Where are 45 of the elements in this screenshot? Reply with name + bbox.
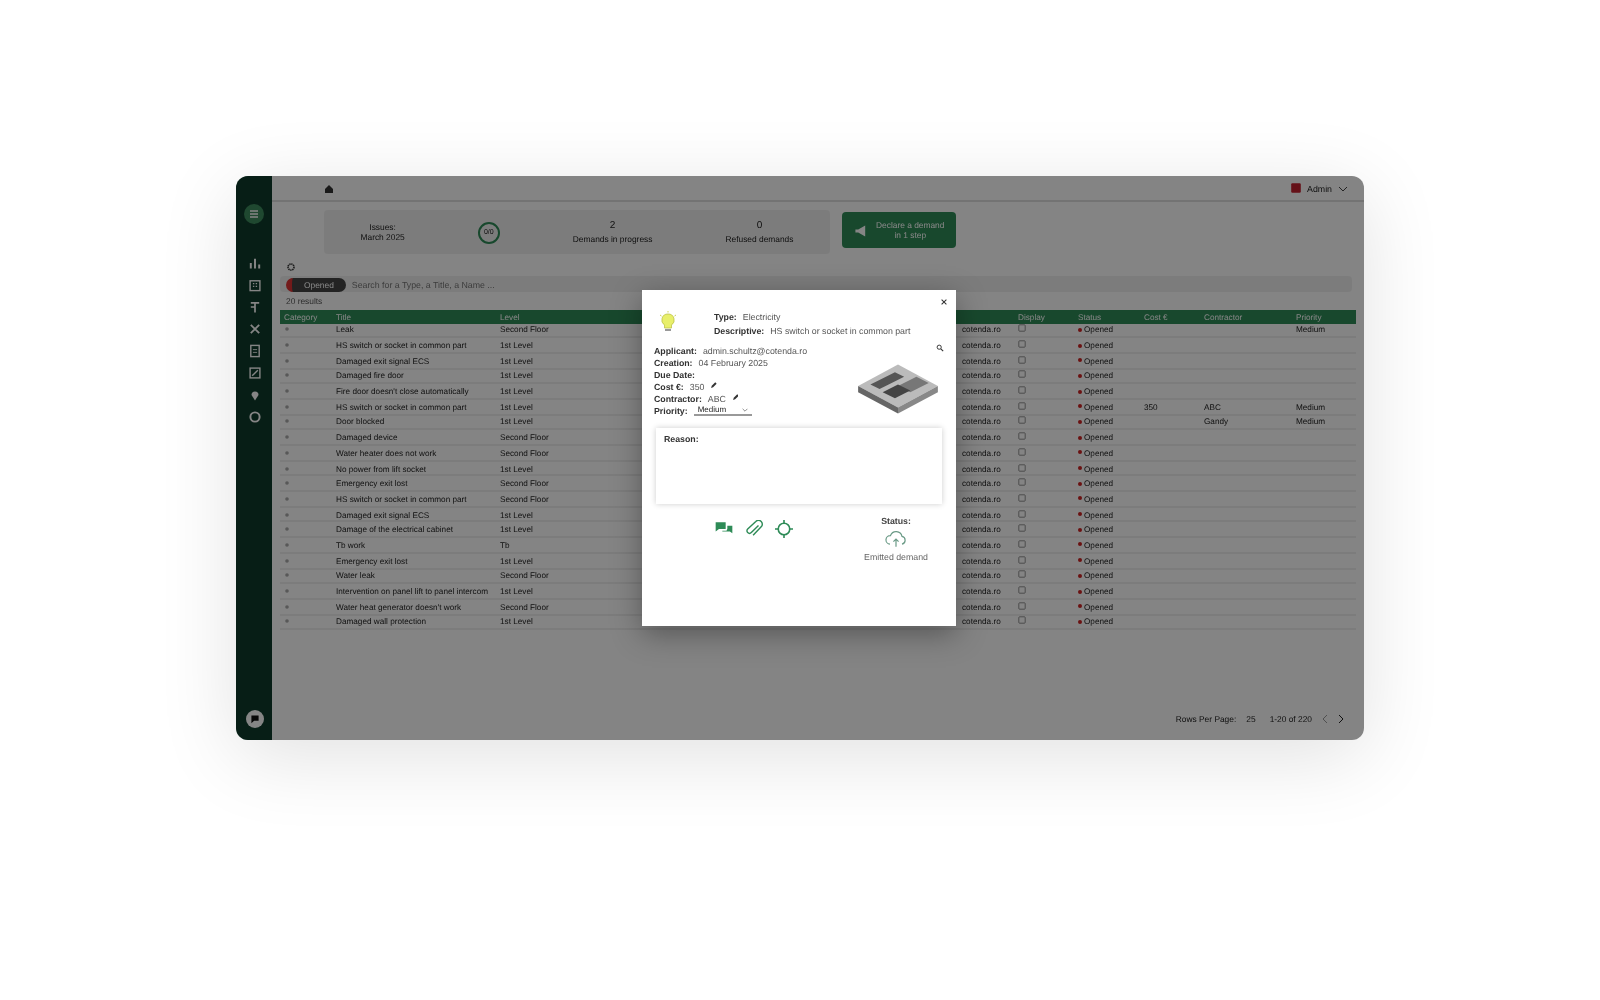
checkbox-icon[interactable]	[1018, 386, 1026, 395]
chat-icon[interactable]	[714, 520, 734, 538]
checkbox-icon[interactable]	[1018, 447, 1026, 456]
checkbox-icon[interactable]	[1018, 340, 1026, 349]
caret-icon[interactable]	[1338, 185, 1348, 191]
checkbox-icon[interactable]	[1018, 509, 1026, 518]
location-pin-icon[interactable]	[247, 388, 261, 402]
next-page-icon[interactable]	[1338, 714, 1344, 724]
checkbox-icon[interactable]	[1018, 432, 1026, 441]
pencil-icon[interactable]	[731, 394, 739, 402]
search-icon[interactable]	[936, 344, 944, 352]
checkbox-icon[interactable]	[1018, 324, 1026, 333]
checkbox-icon[interactable]	[1018, 370, 1026, 379]
document-icon[interactable]	[247, 344, 261, 358]
checkbox-icon[interactable]	[1018, 416, 1026, 425]
checkbox-icon[interactable]	[1018, 355, 1026, 364]
bar-chart-icon[interactable]	[247, 256, 261, 270]
support-icon[interactable]	[247, 410, 261, 424]
checkbox-icon[interactable]	[1018, 555, 1026, 564]
checkbox-icon[interactable]	[1018, 616, 1026, 625]
checkbox-icon[interactable]	[1018, 570, 1026, 579]
checkbox-icon[interactable]	[1018, 478, 1026, 487]
settings-icon[interactable]	[286, 262, 296, 272]
checkbox-icon[interactable]	[1018, 539, 1026, 548]
menu-icon[interactable]	[244, 204, 264, 224]
home-icon[interactable]	[324, 183, 334, 193]
chat-icon[interactable]	[245, 710, 263, 728]
pencil-icon[interactable]	[710, 382, 718, 390]
caret-icon	[742, 407, 749, 411]
previous-page-icon[interactable]	[1322, 714, 1328, 724]
checkbox-icon[interactable]	[1018, 601, 1026, 610]
checkbox-icon[interactable]	[1018, 463, 1026, 472]
megaphone-icon	[854, 223, 868, 237]
avatar-icon[interactable]	[1289, 182, 1302, 194]
edit-document-icon[interactable]	[247, 366, 261, 380]
close-icon[interactable]	[940, 298, 948, 306]
checkbox-icon[interactable]	[1018, 586, 1026, 595]
checkbox-icon[interactable]	[1018, 493, 1026, 502]
target-icon[interactable]	[774, 520, 794, 538]
light-bulb-icon	[658, 310, 678, 336]
checkbox-icon[interactable]	[1018, 401, 1026, 410]
building-icon[interactable]	[247, 278, 261, 292]
paperclip-icon[interactable]	[744, 520, 764, 538]
checkbox-icon[interactable]	[1018, 524, 1026, 533]
cloud-upload-icon	[884, 530, 908, 548]
